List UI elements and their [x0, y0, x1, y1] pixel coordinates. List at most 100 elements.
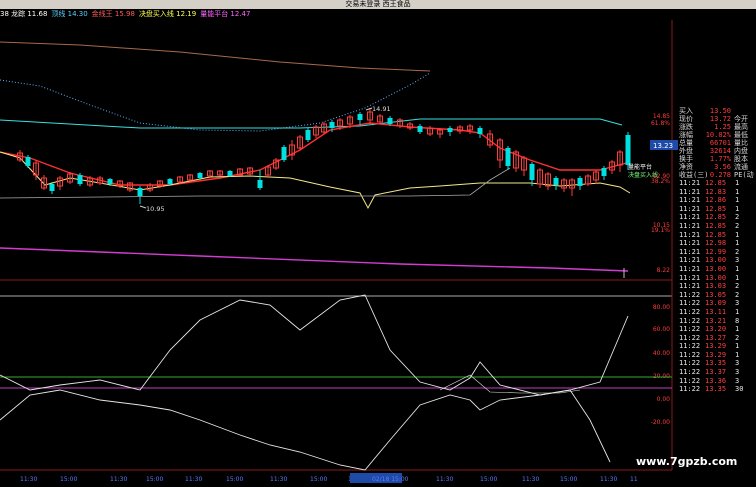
gold-line — [0, 122, 631, 186]
tick-row[interactable]: 11:21 12.85 1 — [679, 179, 756, 188]
quote-row: 涨跌 1.25 最高 — [679, 123, 748, 131]
window-title: 交易未登录 西王食品 — [0, 0, 756, 9]
candle-body — [387, 118, 393, 124]
buy-line-label: 决盘买入线 — [628, 171, 658, 179]
candle-body — [477, 128, 483, 134]
candle-body — [529, 164, 535, 180]
tick-row[interactable]: 11:21 12.98 1 — [679, 239, 756, 248]
platform-line — [0, 247, 629, 272]
high-label: 14.91 — [372, 105, 391, 113]
tick-row[interactable]: 11:21 12.99 2 — [679, 248, 756, 257]
tick-row[interactable]: 11:21 13.00 3 — [679, 256, 756, 265]
indicator-axis-label: 80.00 — [653, 304, 670, 311]
tick-row[interactable]: 11:22 13.37 3 — [679, 368, 756, 377]
price-axis-label: 14.85 — [653, 113, 670, 120]
tick-row[interactable]: 11:21 13.03 2 — [679, 282, 756, 291]
tick-row[interactable]: 11:21 12.86 1 — [679, 196, 756, 205]
time-axis-label: 15:00 — [146, 476, 163, 483]
indicator-line-c — [439, 374, 581, 394]
time-axis-label: 11:30 — [110, 476, 127, 483]
low-label: 10.95 — [146, 205, 165, 213]
tick-row[interactable]: 11:21 13.00 1 — [679, 274, 756, 283]
tick-row[interactable]: 11:21 12.83 1 — [679, 188, 756, 197]
candle-body — [329, 122, 335, 128]
indicator-axis-label: 40.00 — [653, 350, 670, 357]
top-line — [0, 118, 623, 129]
tick-row[interactable]: 11:22 13.27 2 — [679, 334, 756, 343]
current-price-tag: 13.23 — [653, 142, 673, 150]
candle-body — [417, 126, 423, 132]
candle-body — [257, 180, 263, 188]
time-axis-label: 15:00 — [310, 476, 327, 483]
time-axis-label: 11:30 — [185, 476, 202, 483]
candle-body — [553, 178, 559, 185]
candle-body — [197, 173, 203, 178]
time-axis-label: 02/18 15:00 — [372, 476, 409, 483]
watermark: www.7gpzb.com — [636, 455, 738, 468]
quote-row: 净资 3.56 流通 — [679, 163, 748, 171]
time-axis-label: 15:00 — [60, 476, 77, 483]
candle-body — [577, 178, 583, 186]
indicator-legend: 38 龙踪 11.68 顶线 14.30 金线王 15.98 决盘买入线 12.19 量… — [0, 9, 254, 19]
price-axis-label: 38.2% — [651, 178, 670, 185]
quote-row: 涨幅 10.02% 最低 — [679, 131, 748, 139]
legend-item: 决盘买入线 12.19 — [138, 10, 197, 18]
price-axis-label: 61.8% — [651, 120, 670, 127]
tick-row[interactable]: 11:22 13.35 30 — [679, 385, 756, 394]
candle-body — [305, 130, 311, 140]
candle-body — [49, 184, 55, 191]
tick-row[interactable]: 11:21 12.85 2 — [679, 222, 756, 231]
quote-row: 买入 13.50 — [679, 107, 731, 115]
time-axis-label: 11:30 — [20, 476, 37, 483]
candle-body — [137, 188, 143, 196]
tick-row[interactable]: 11:22 13.05 2 — [679, 291, 756, 300]
tick-list[interactable]: 11:21 12.85 1 11:21 12.83 1 11:21 12.86 1 11:21 12… — [679, 179, 756, 394]
chart-canvas[interactable]: 14.8561.8%12.9038.2%10.1519.1%8.2213.231… — [0, 0, 756, 487]
legend-item: 38 龙踪 11.68 — [0, 10, 48, 18]
tick-row[interactable]: 11:21 13.00 1 — [679, 265, 756, 274]
legend-item: 金线王 15.98 — [91, 10, 135, 18]
candle-body — [77, 175, 83, 184]
quote-panel: 买入 13.50 现价 13.72 今开 涨跌 1.25 最高 涨幅 10.02% 最低 总量 6670… — [679, 107, 756, 487]
blue-dotted-curve — [0, 72, 431, 132]
time-axis-label: 15:00 — [560, 476, 577, 483]
tick-row[interactable]: 11:22 13.36 3 — [679, 377, 756, 386]
quote-row: 总量 66701 量比 — [679, 139, 748, 147]
candle-body — [357, 114, 363, 120]
indicator-line-b — [0, 389, 611, 471]
candle-body — [107, 179, 113, 184]
quote-row: 换手 1.77% 股本 — [679, 155, 748, 163]
tick-row[interactable]: 11:22 13.35 3 — [679, 359, 756, 368]
price-axis-label: 19.1% — [651, 227, 670, 234]
legend-item: 顶线 14.30 — [51, 10, 88, 18]
indicator-line-a — [0, 294, 629, 396]
candle-body — [601, 168, 607, 176]
candle-body — [25, 157, 31, 166]
candle-body — [281, 147, 287, 160]
time-axis-label: 15:00 — [480, 476, 497, 483]
tick-row[interactable]: 11:22 13.29 1 — [679, 351, 756, 360]
tick-row[interactable]: 11:22 13.21 8 — [679, 317, 756, 326]
quote-row: 收益(三)0.278 PE(动 — [679, 171, 754, 179]
candle-body — [447, 128, 453, 132]
tick-row[interactable]: 11:22 13.20 1 — [679, 325, 756, 334]
platform-label: 量能平台 — [628, 163, 652, 171]
tick-row[interactable]: 11:22 13.09 3 — [679, 299, 756, 308]
indicator-axis-label: -20.00 — [651, 419, 671, 426]
time-axis-label: 11:30 — [522, 476, 539, 483]
candle-body — [625, 135, 631, 165]
candle-body — [227, 171, 233, 176]
indicator-axis-label: 0.00 — [657, 396, 671, 403]
quote-row: 外盘 32614 内盘 — [679, 147, 748, 155]
price-axis-label: 8.22 — [657, 267, 671, 274]
tick-row[interactable]: 11:21 12.85 1 — [679, 231, 756, 240]
tick-row[interactable]: 11:22 13.11 1 — [679, 308, 756, 317]
tick-row[interactable]: 11:22 13.29 1 — [679, 342, 756, 351]
time-axis-label: 11:30 — [436, 476, 453, 483]
legend-item: 量能平台 12.47 — [200, 10, 251, 18]
time-axis-label: 15:00 — [226, 476, 243, 483]
support-line — [0, 167, 511, 199]
indicator-axis-label: 60.00 — [653, 326, 670, 333]
tick-row[interactable]: 11:21 12.85 2 — [679, 213, 756, 222]
tick-row[interactable]: 11:21 12.85 1 — [679, 205, 756, 214]
